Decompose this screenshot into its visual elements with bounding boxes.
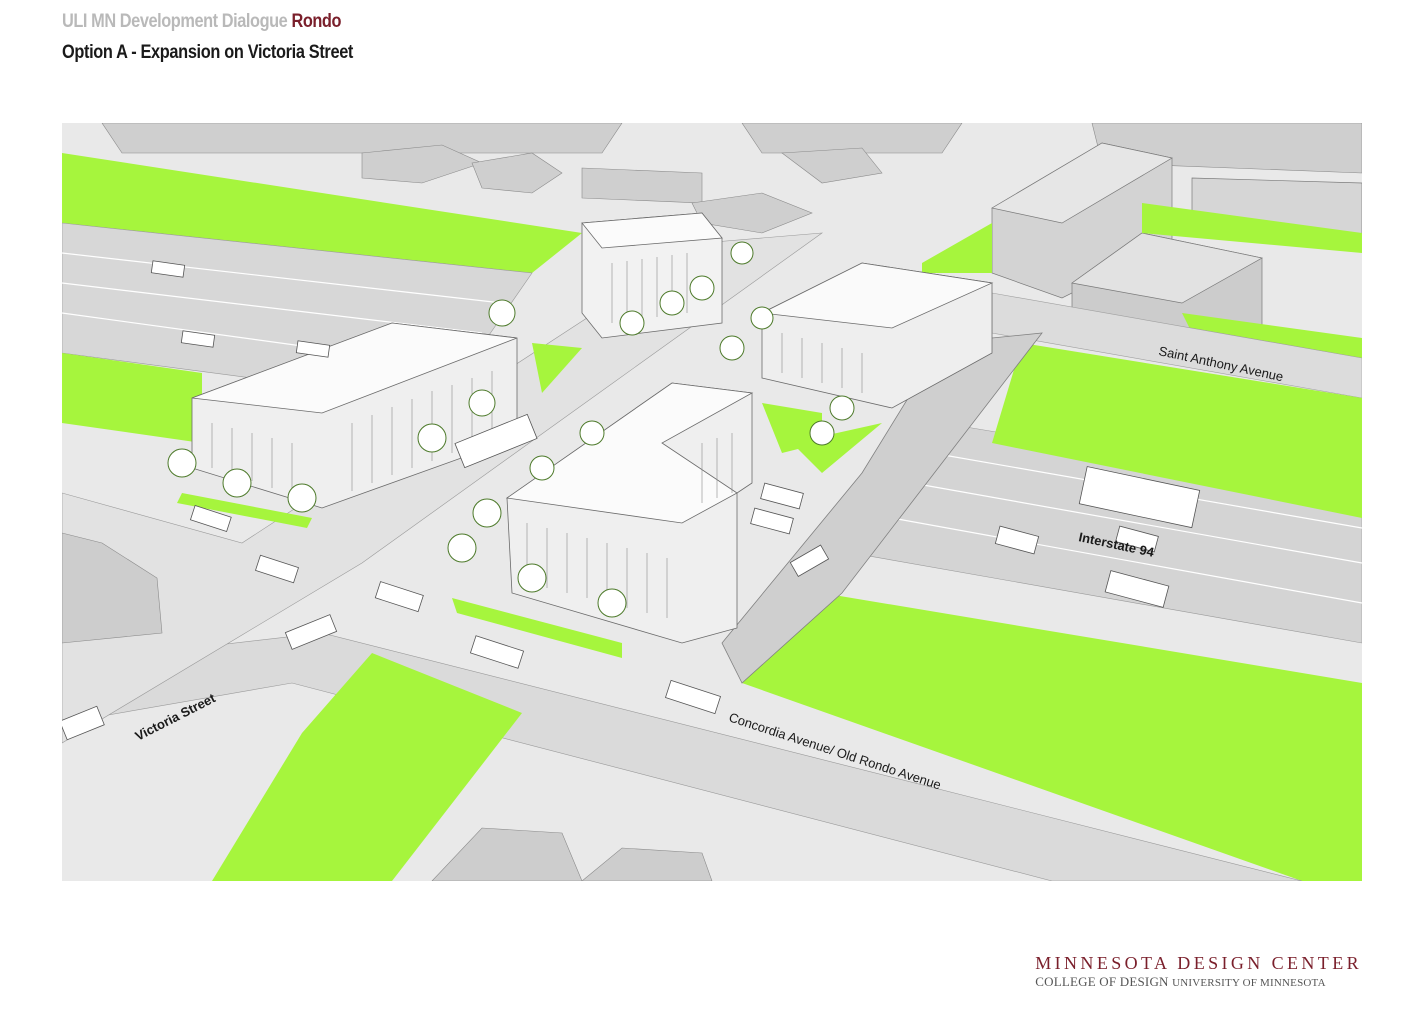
logo-university-line: UNIVERSITY OF MINNESOTA <box>1172 977 1326 989</box>
logo-college-line: COLLEGE OF DESIGN <box>1035 974 1169 989</box>
design-center-logo: MINNESOTA DESIGN CENTER COLLEGE OF DESIG… <box>1035 952 1362 990</box>
header-title-line: ULI MN Development Dialogue Rondo <box>62 10 353 34</box>
logo-affiliation: COLLEGE OF DESIGN UNIVERSITY OF MINNESOT… <box>1035 974 1362 990</box>
option-title: Option A - Expansion on Victoria Street <box>62 42 354 63</box>
board-header: ULI MN Development Dialogue Rondo Option… <box>62 10 400 64</box>
logo-center-name: MINNESOTA DESIGN CENTER <box>1035 953 1362 973</box>
site-rendering: Victoria Street Concordia Avenue/ Old Ro… <box>62 123 1362 881</box>
rendering-canvas: Victoria Street Concordia Avenue/ Old Ro… <box>62 123 1362 881</box>
project-name: Rondo <box>291 11 342 32</box>
new-building-north <box>581 212 723 339</box>
presentation-board: ULI MN Development Dialogue Rondo Option… <box>0 0 1424 1015</box>
series-title: ULI MN Development Dialogue <box>62 11 288 32</box>
